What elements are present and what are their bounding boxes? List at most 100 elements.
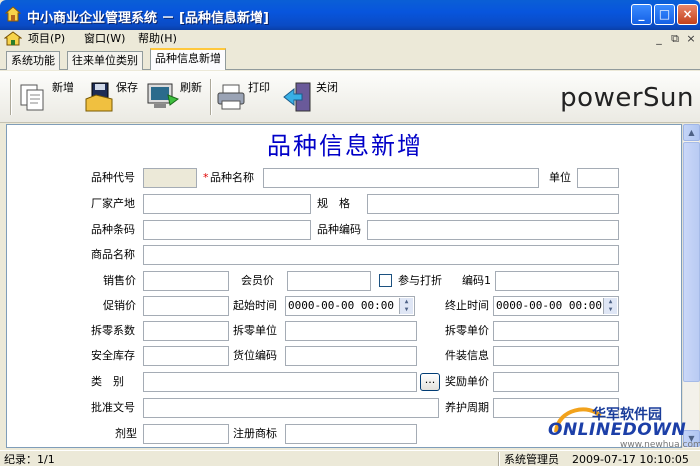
promo-price-field[interactable] <box>143 296 229 316</box>
scroll-up-icon[interactable]: ▲ <box>683 124 700 141</box>
spin-down-icon[interactable]: ▼ <box>604 306 617 314</box>
window-title: 中小商业企业管理系统 － [品种信息新增] <box>27 11 269 26</box>
label-safety-stock: 安全库存 <box>91 349 135 362</box>
toolbar-separator <box>210 79 212 115</box>
label-bonus-price: 奖励单价 <box>445 375 489 388</box>
status-separator <box>498 452 500 466</box>
label-split-price: 拆零单价 <box>445 324 489 337</box>
start-time-value: 0000-00-00 00:00 <box>288 299 394 312</box>
label-item-code: 品种代号 <box>91 171 135 184</box>
location-code-field[interactable] <box>285 346 417 366</box>
label-unit: 单位 <box>549 171 571 184</box>
join-discount-checkbox[interactable] <box>379 274 392 287</box>
label-manufacturer: 厂家产地 <box>91 197 135 210</box>
refresh-button[interactable]: 刷新 <box>146 81 208 113</box>
watermark-en-text: ONLINEDOWN <box>548 420 687 440</box>
label-start-time: 起始时间 <box>233 299 277 312</box>
sale-price-field[interactable] <box>143 271 229 291</box>
label-package-info: 件装信息 <box>445 349 489 362</box>
tab-system-functions[interactable]: 系统功能 <box>6 51 60 70</box>
status-record: 纪录：1/1 <box>4 453 55 466</box>
label-item-code-2: 品种编码 <box>317 223 361 236</box>
label-dosage-form: 剂型 <box>115 427 137 440</box>
status-user: 系统管理员 <box>504 453 559 466</box>
label-category: 类 别 <box>91 375 124 388</box>
end-time-picker[interactable]: 0000-00-00 00:00 ▲ ▼ <box>493 296 619 316</box>
label-promo-price: 促销价 <box>103 299 136 312</box>
product-name-field[interactable] <box>143 245 619 265</box>
split-price-field[interactable] <box>493 321 619 341</box>
label-barcode: 品种条码 <box>91 223 135 236</box>
new-document-icon <box>20 84 44 111</box>
mdi-child-icon <box>4 31 22 46</box>
end-time-spinner[interactable]: ▲ ▼ <box>603 298 617 314</box>
item-code-field[interactable] <box>143 168 197 188</box>
menu-window[interactable]: 窗口(W) <box>84 31 125 47</box>
code1-field[interactable] <box>495 271 619 291</box>
new-button-label: 新增 <box>52 81 74 94</box>
tab-item-info-new[interactable]: 品种信息新增 <box>150 48 226 70</box>
unit-field[interactable] <box>577 168 619 188</box>
approval-no-field[interactable] <box>143 398 439 418</box>
category-field[interactable] <box>143 372 417 392</box>
new-button[interactable]: 新增 <box>18 81 78 113</box>
spin-up-icon[interactable]: ▲ <box>400 298 413 306</box>
label-trademark: 注册商标 <box>233 427 277 440</box>
mdi-restore-button[interactable]: ⧉ <box>668 32 682 46</box>
manufacturer-field[interactable] <box>143 194 311 214</box>
label-spec: 规 格 <box>317 197 350 210</box>
scroll-thumb[interactable] <box>683 142 700 382</box>
window-maximize-button[interactable]: □ <box>654 4 675 25</box>
toolbar-separator <box>10 79 12 115</box>
onlinedown-watermark: 华军软件园 ONLINEDOWN www.newhua.com <box>548 400 700 450</box>
start-time-picker[interactable]: 0000-00-00 00:00 ▲ ▼ <box>285 296 415 316</box>
spin-down-icon[interactable]: ▼ <box>400 306 413 314</box>
save-button-label: 保存 <box>116 81 138 94</box>
tab-strip: 系统功能 往来单位类别 品种信息新增 <box>0 48 700 70</box>
split-factor-field[interactable] <box>143 321 229 341</box>
status-bar: 纪录：1/1 系统管理员 2009-07-17 10:10:05 <box>0 450 700 466</box>
powersun-logo: powerSun <box>560 83 694 113</box>
print-button[interactable]: 打印 <box>216 81 276 113</box>
label-sale-price: 销售价 <box>103 274 136 287</box>
close-button-label: 关闭 <box>316 81 338 94</box>
item-code2-field[interactable] <box>367 220 619 240</box>
end-time-value: 0000-00-00 00:00 <box>496 299 602 312</box>
bonus-price-field[interactable] <box>493 372 619 392</box>
window-titlebar: 中小商业企业管理系统 － [品种信息新增] _ □ × <box>0 0 700 30</box>
print-button-label: 打印 <box>248 81 270 94</box>
exit-door-icon <box>283 82 311 112</box>
watermark-url-text: www.newhua.com <box>620 440 700 450</box>
menu-help[interactable]: 帮助(H) <box>138 31 177 47</box>
menubar: 项目(P) 窗口(W) 帮助(H) _ ⧉ × <box>0 30 700 48</box>
label-approval-no: 批准文号 <box>91 401 135 414</box>
window-close-button[interactable]: × <box>677 4 698 25</box>
barcode-field[interactable] <box>143 220 311 240</box>
item-name-field[interactable] <box>263 168 539 188</box>
window-minimize-button[interactable]: _ <box>631 4 652 25</box>
package-info-field[interactable] <box>493 346 619 366</box>
spec-field[interactable] <box>367 194 619 214</box>
trademark-field[interactable] <box>285 424 417 444</box>
mdi-minimize-button[interactable]: _ <box>652 32 666 46</box>
spin-up-icon[interactable]: ▲ <box>604 298 617 306</box>
label-join-discount: 参与打折 <box>398 274 442 287</box>
start-time-spinner[interactable]: ▲ ▼ <box>399 298 413 314</box>
member-price-field[interactable] <box>287 271 371 291</box>
save-floppy-icon <box>85 82 113 112</box>
menu-project[interactable]: 项目(P) <box>28 31 65 47</box>
dosage-form-field[interactable] <box>143 424 229 444</box>
label-maintenance-period: 养护周期 <box>445 401 489 414</box>
mdi-close-button[interactable]: × <box>684 32 698 46</box>
safety-stock-field[interactable] <box>143 346 229 366</box>
label-item-name: 品种名称 <box>210 171 254 184</box>
close-button[interactable]: 关闭 <box>282 81 342 113</box>
toolbar: 新增 保存 刷新 打印 关闭 powerSun <box>0 71 700 123</box>
label-product-name: 商品名称 <box>91 248 135 261</box>
category-browse-button[interactable]: ... <box>420 373 440 391</box>
tab-partner-categories[interactable]: 往来单位类别 <box>67 51 143 70</box>
save-button[interactable]: 保存 <box>84 81 144 113</box>
page-title: 品种信息新增 <box>267 132 423 160</box>
split-unit-field[interactable] <box>285 321 417 341</box>
required-marker: * <box>203 171 209 184</box>
